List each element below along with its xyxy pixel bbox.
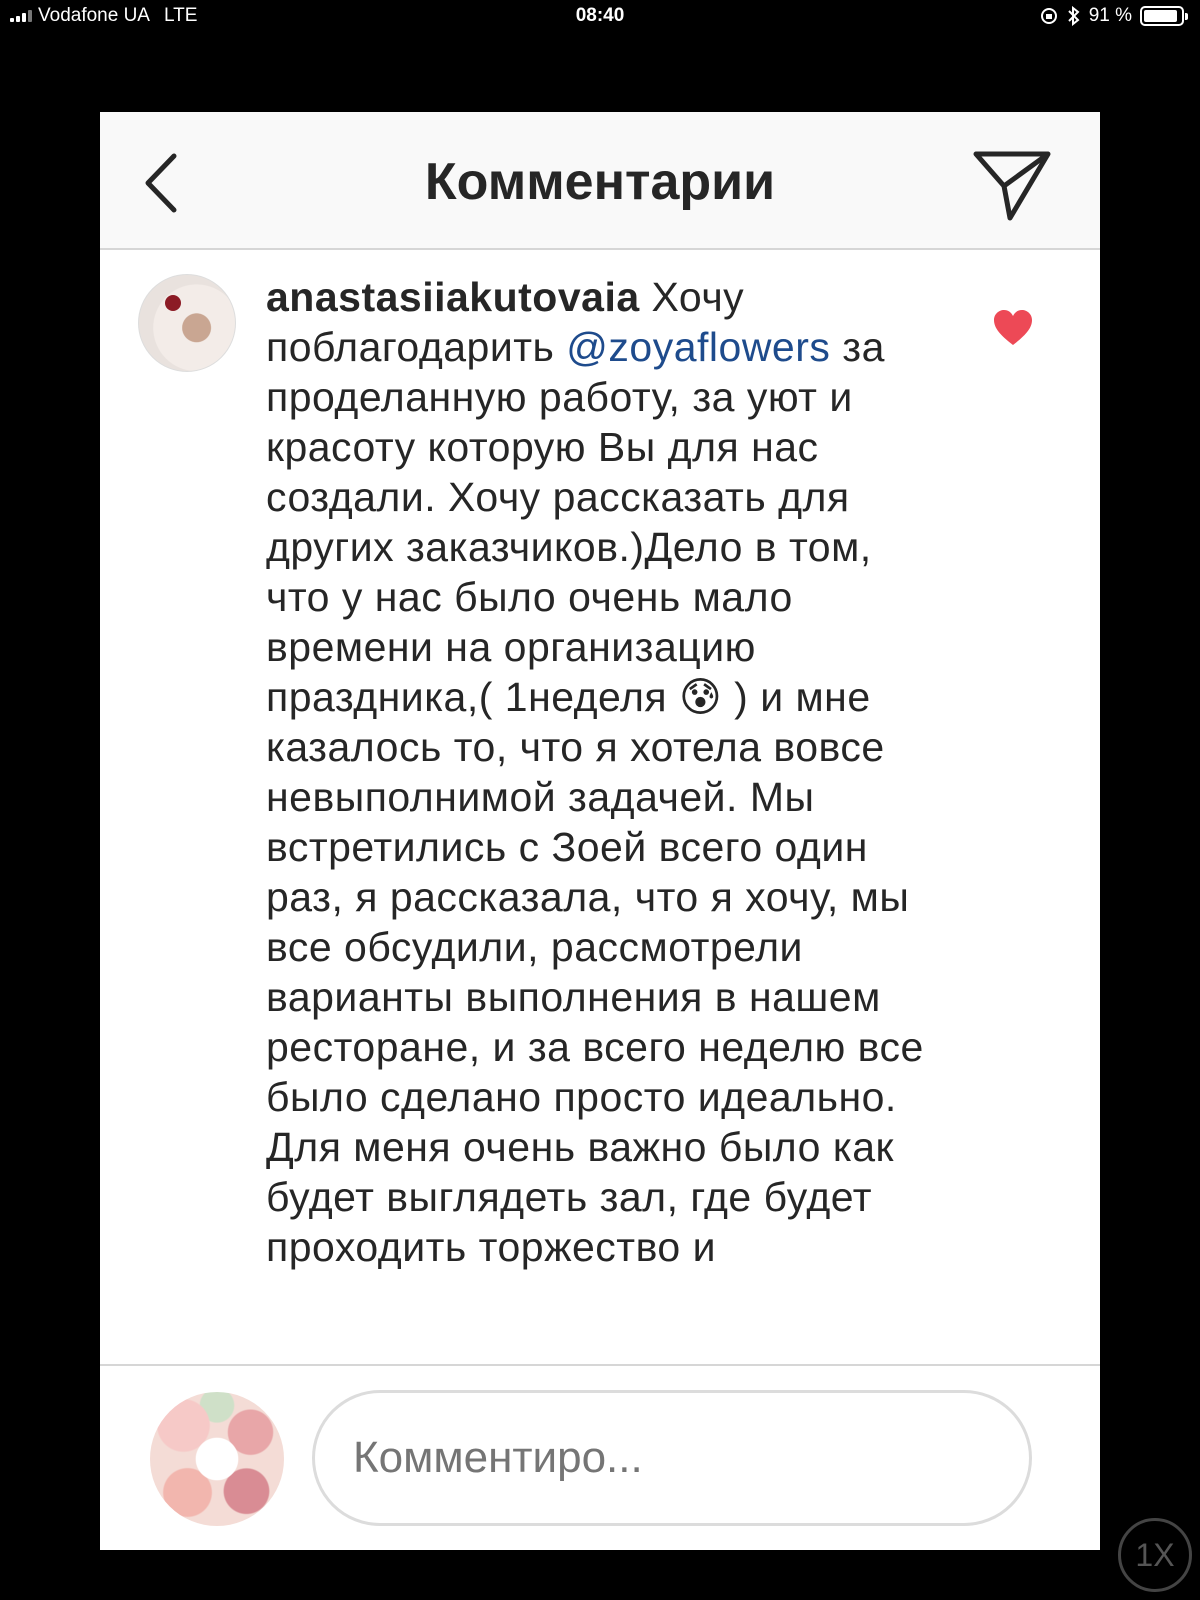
- zoom-button[interactable]: 1X: [1118, 1518, 1192, 1592]
- avatar[interactable]: [138, 274, 236, 372]
- battery-icon: [1140, 6, 1188, 26]
- nav-header: Комментарии: [100, 112, 1100, 250]
- bluetooth-icon: [1067, 6, 1080, 26]
- comment-list[interactable]: anastasiiakutovaia Хочу поблагодарить @z…: [100, 252, 1100, 1476]
- status-right: 91 %: [1039, 5, 1188, 27]
- mention-link[interactable]: @zoyaflowers: [566, 324, 830, 370]
- comments-screen: Комментарии anastasiiakutovaia Хочу побл…: [100, 112, 1100, 1550]
- comment-text-part2: ) и мне казалось то, что я хотела вовсе …: [266, 674, 924, 1270]
- my-avatar: [150, 1392, 284, 1526]
- comment-body: anastasiiakutovaia Хочу поблагодарить @z…: [266, 272, 936, 1272]
- comment-username[interactable]: anastasiiakutovaia: [266, 274, 640, 320]
- paper-plane-icon[interactable]: [970, 144, 1054, 224]
- rose-decoration: [165, 295, 181, 311]
- battery-percent: 91 %: [1088, 5, 1132, 26]
- clock: 08:40: [575, 5, 625, 26]
- anxious-face-emoji: 😰: [679, 674, 723, 720]
- comment-composer: [100, 1364, 1100, 1550]
- orientation-lock-icon: [1040, 8, 1057, 24]
- page-title: Комментарии: [424, 153, 776, 211]
- heart-icon[interactable]: [992, 308, 1034, 348]
- status-bar: Vodafone UA LTE 08:40 91 %: [0, 0, 1200, 34]
- battery-level: [1144, 10, 1177, 22]
- comment-text-part1: за проделанную работу, за уют и красоту …: [266, 324, 885, 720]
- comment-input[interactable]: [312, 1390, 1032, 1526]
